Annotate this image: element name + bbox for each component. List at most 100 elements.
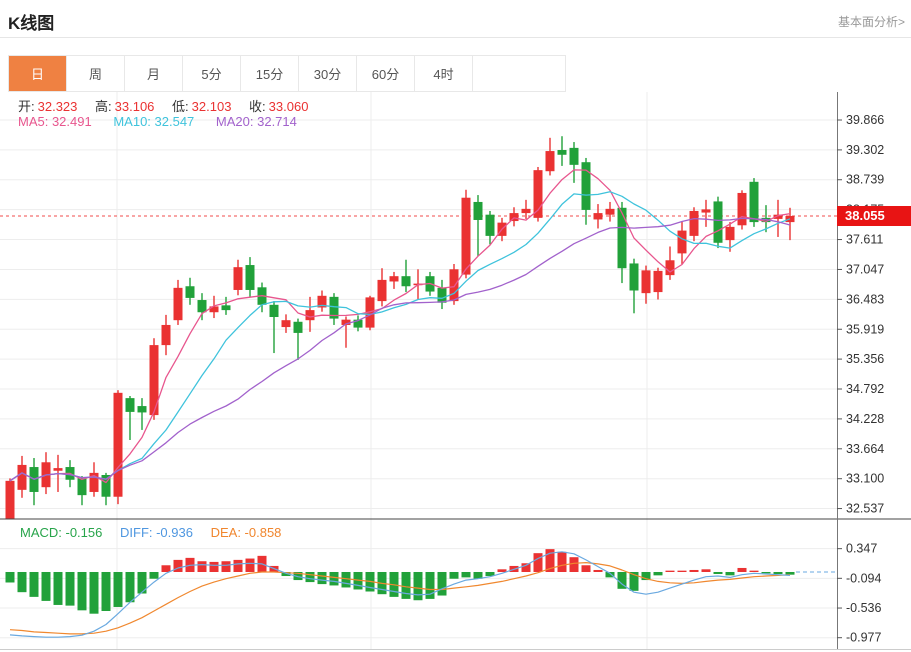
y-axis-label: -0.094 [846,571,881,585]
fundamental-analysis-link[interactable]: 基本面分析> [838,13,905,30]
y-axis-label: 0.347 [846,542,877,556]
candle-body [402,276,411,286]
ma5-line [10,170,790,483]
y-axis-label: 32.537 [846,502,884,516]
macd-bar [90,572,99,614]
candle-body [630,263,639,290]
macd-bar [726,572,735,575]
ma5-value: MA5: 32.491 [18,114,92,129]
candle-body [390,276,399,281]
candle-body [702,209,711,212]
macd-bar [438,572,447,596]
macd-bar [42,572,51,601]
tab-month[interactable]: 月 [125,56,183,91]
macd-bar [750,571,759,572]
tab-day[interactable]: 日 [9,56,67,91]
diff-value: DIFF: -0.936 [120,525,193,540]
macd-bar [222,561,231,572]
candle-body [690,211,699,236]
y-axis-label: 33.664 [846,442,884,456]
ma-info-row: MA5: 32.491 MA10: 32.547 MA20: 32.714 [18,114,297,129]
macd-bar [342,572,351,587]
y-axis-label: 35.919 [846,322,884,336]
macd-bar [210,562,219,572]
candle-body [270,305,279,317]
macd-bar [498,569,507,572]
macd-bar [78,572,87,610]
ma20-line [10,218,790,480]
candle-body [654,271,663,292]
candle-body [750,182,759,222]
tab-4hour[interactable]: 4时 [415,56,473,91]
macd-bar [198,561,207,572]
macd-bar [654,572,663,575]
macd-bar [774,572,783,574]
macd-bar [570,557,579,572]
macd-bar [306,572,315,582]
candle-body [222,305,231,310]
macd-bar [594,570,603,572]
candle-body [666,260,675,275]
close-value: 33.060 [269,99,309,114]
macd-bar [678,571,687,572]
candle-body [474,202,483,220]
tab-60min[interactable]: 60分 [357,56,415,91]
open-label: 开: [18,99,35,114]
y-axis-label: 35.356 [846,352,884,366]
chart-area: 39.86639.30238.73938.17537.61137.04736.4… [0,92,911,652]
candle-body [582,162,591,210]
candle-body [450,269,459,301]
candle-body [18,465,27,490]
candle-body [438,288,447,303]
kline-app: K线图 基本面分析> 日 周 月 5分 15分 30分 60分 4时 39.86… [0,0,911,652]
tab-30min[interactable]: 30分 [299,56,357,91]
macd-bar [126,572,135,602]
macd-bar [18,572,27,592]
tabs-filler [473,56,565,91]
candle-body [606,209,615,215]
high-value: 33.106 [115,99,155,114]
macd-bar [666,571,675,572]
candle-body [738,193,747,225]
macd-bar [234,560,243,572]
macd-bar [786,572,795,575]
tab-week[interactable]: 周 [67,56,125,91]
candles [6,136,795,531]
kline-chart-canvas[interactable]: 39.86639.30238.73938.17537.61137.04736.4… [0,92,911,652]
candle-body [594,213,603,219]
candle-body [510,213,519,221]
candle-body [198,300,207,312]
macd-bar [162,565,171,572]
close-label: 收: [249,99,266,114]
low-value: 32.103 [192,99,232,114]
y-axis-label: 34.228 [846,412,884,426]
macd-value: MACD: -0.156 [20,525,102,540]
high-label: 高: [95,99,112,114]
candle-body [558,150,567,155]
macd-bar [582,565,591,572]
macd-bar [462,572,471,577]
tab-15min[interactable]: 15分 [241,56,299,91]
macd-panel [6,549,838,637]
macd-bar [450,572,459,579]
macd-bar [714,572,723,574]
macd-bar [318,572,327,584]
candle-body [714,201,723,242]
candle-body [186,286,195,298]
macd-bar [762,572,771,573]
macd-bar [738,568,747,572]
macd-bar [702,569,711,572]
macd-bar [402,572,411,599]
candle-body [174,288,183,320]
candle-body [78,478,87,495]
candle-body [522,209,531,213]
dea-value: DEA: -0.858 [211,525,282,540]
tab-5min[interactable]: 5分 [183,56,241,91]
low-label: 低: [172,99,189,114]
y-axis-label: 39.302 [846,143,884,157]
macd-bar [330,572,339,585]
candle-body [54,468,63,471]
macd-bar [30,572,39,597]
candle-body [306,310,315,320]
candle-body [246,265,255,290]
